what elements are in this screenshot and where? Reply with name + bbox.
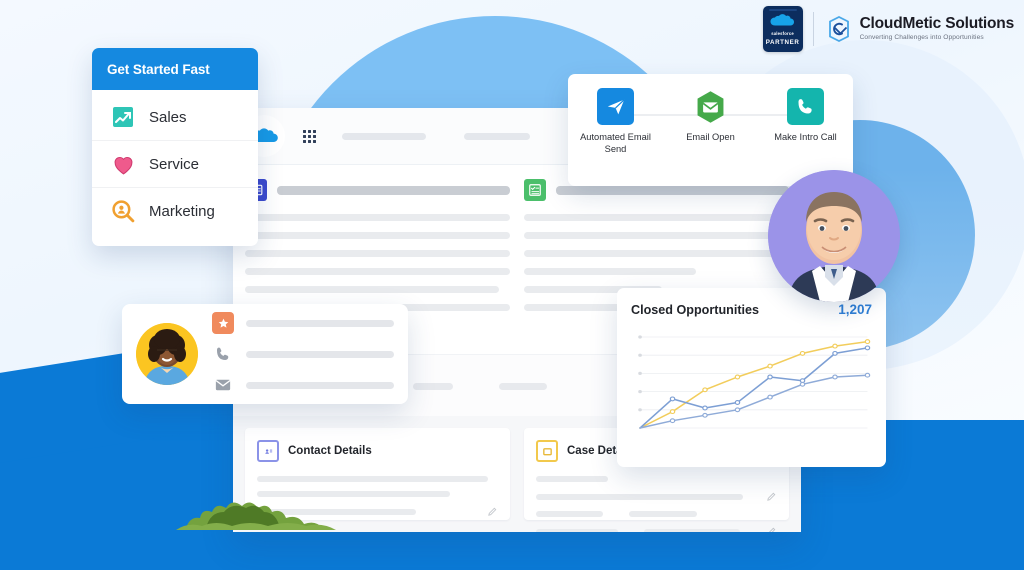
phone-icon — [787, 88, 824, 125]
chart-value: 1,207 — [838, 302, 872, 317]
edit-pencil-icon[interactable] — [766, 491, 777, 502]
contact-text-placeholder — [246, 350, 394, 358]
cloudmetic-mark-icon — [828, 15, 849, 43]
get-started-header: Get Started Fast — [92, 48, 258, 90]
company-name: CloudMetic Solutions — [859, 15, 1015, 33]
salesforce-cloud-icon — [770, 13, 795, 25]
contact-summary-card — [122, 304, 408, 404]
bush-decoration — [176, 502, 336, 530]
sales-chart-icon — [110, 104, 136, 130]
envelope-icon — [212, 374, 234, 396]
get-started-card: Get Started Fast Sales Service Marketing — [92, 48, 258, 246]
closed-opportunities-chart-card: Closed Opportunities 1,207 — [617, 288, 886, 467]
cloudmetic-logo: CloudMetic Solutions Converting Challeng… — [824, 14, 1014, 44]
poster-canvas: salesforce PARTNER CloudMetic Solutions … — [0, 0, 1024, 570]
chart-title: Closed Opportunities — [631, 303, 760, 317]
contact-text-placeholder — [246, 381, 394, 389]
marketing-search-icon — [110, 198, 136, 224]
get-started-item-label: Service — [149, 155, 200, 173]
header-logo-bar: salesforce PARTNER CloudMetic Solutions … — [762, 6, 1014, 52]
panel-title-placeholder — [277, 185, 510, 195]
get-started-item-sales[interactable]: Sales — [92, 94, 258, 141]
heart-icon — [110, 151, 136, 177]
panel-text-placeholders — [245, 214, 510, 311]
send-icon — [597, 88, 634, 125]
contact-details-title: Contact Details — [288, 445, 372, 457]
partner-label: PARTNER — [765, 38, 800, 46]
folder-icon — [536, 440, 558, 462]
nav-item-placeholder[interactable] — [464, 132, 530, 140]
line-chart-plot — [638, 335, 871, 429]
app-launcher-grid-icon[interactable] — [303, 129, 316, 143]
contact-text-placeholder — [246, 319, 394, 327]
workflow-card: Automated Email Send Email Open Make Int… — [568, 74, 853, 186]
panel-title-placeholder — [556, 185, 789, 195]
contact-row-phone — [212, 343, 394, 365]
envelope-hexagon-icon — [692, 88, 729, 125]
woman-avatar — [136, 323, 198, 385]
workflow-step-email-open[interactable]: Email Open — [670, 88, 752, 144]
contact-row-email — [212, 374, 394, 396]
phone-icon — [212, 343, 234, 365]
edit-pencil-icon[interactable] — [766, 526, 777, 532]
smiling-man-portrait — [768, 170, 900, 302]
star-badge-icon — [212, 312, 234, 334]
edit-pencil-icon[interactable] — [487, 506, 498, 517]
get-started-title: Get Started Fast — [107, 61, 210, 77]
workflow-step-label: Automated Email Send — [580, 132, 651, 154]
get-started-item-label: Marketing — [149, 202, 215, 220]
get-started-list: Sales Service Marketing — [92, 90, 258, 234]
nav-item-placeholder[interactable] — [342, 132, 426, 140]
salesforce-partner-badge: salesforce PARTNER — [762, 6, 803, 52]
get-started-item-label: Sales — [149, 108, 187, 126]
panel-contact — [245, 179, 510, 311]
workflow-step-label: Make Intro Call — [774, 132, 837, 142]
id-card-icon — [257, 440, 279, 462]
chart-header: Closed Opportunities 1,207 — [631, 302, 872, 317]
woman-avatar-photo — [136, 323, 198, 385]
get-started-item-service[interactable]: Service — [92, 141, 258, 188]
get-started-item-marketing[interactable]: Marketing — [92, 188, 258, 234]
logo-divider — [812, 12, 814, 46]
salesforce-wordmark: salesforce — [771, 30, 794, 36]
checklist-icon — [524, 179, 546, 201]
workflow-step-make-intro-call[interactable]: Make Intro Call — [765, 88, 847, 144]
workflow-step-automated-email-send[interactable]: Automated Email Send — [575, 88, 657, 156]
avatar-man-photo — [768, 170, 900, 302]
contact-row-badge — [212, 312, 394, 334]
company-tagline: Converting Challenges into Opportunities — [859, 33, 984, 41]
contact-rows — [208, 312, 394, 396]
workflow-step-label: Email Open — [686, 132, 735, 142]
